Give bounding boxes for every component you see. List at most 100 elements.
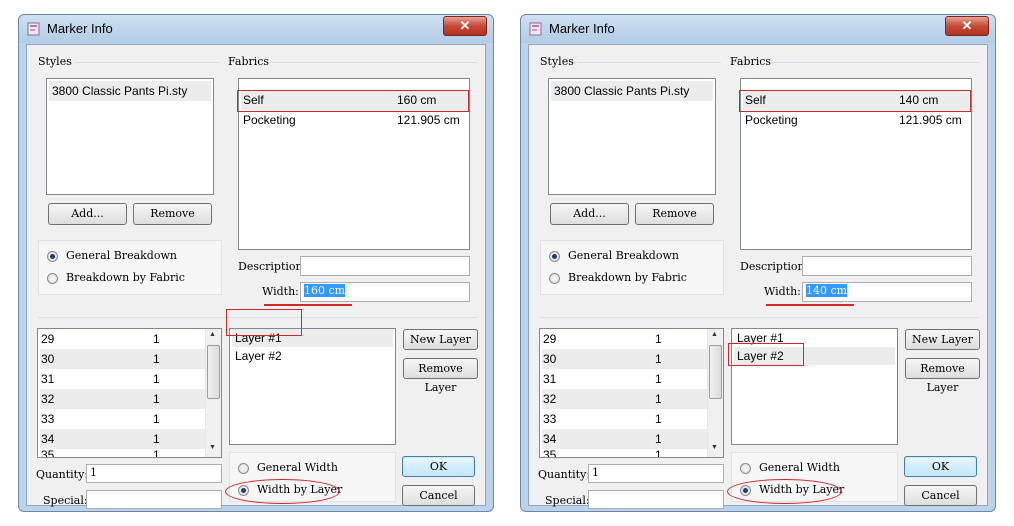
add-style-button[interactable]: Add... <box>550 203 629 225</box>
add-style-button[interactable]: Add... <box>48 203 127 225</box>
size-row[interactable]: 35 1 <box>542 449 707 457</box>
scroll-up-icon[interactable]: ▲ <box>209 331 216 338</box>
quantity-input[interactable]: 1 <box>588 464 724 483</box>
styles-list-item[interactable]: 3800 Classic Pants Pi.sty <box>551 81 713 101</box>
size-row[interactable]: 30 1 <box>542 349 707 369</box>
styles-group-line <box>75 62 219 63</box>
size-value: 32 <box>543 392 557 406</box>
new-layer-button[interactable]: New Layer <box>403 329 478 350</box>
general-breakdown-radio[interactable] <box>549 251 560 262</box>
size-row[interactable]: 33 1 <box>542 409 707 429</box>
styles-list[interactable]: 3800 Classic Pants Pi.sty <box>46 78 214 195</box>
fabric-name: Pocketing <box>745 113 798 127</box>
quantity-label: Quantity: <box>538 468 591 481</box>
width-input-value: 140 cm <box>806 284 848 297</box>
size-row[interactable]: 34 1 <box>542 429 707 449</box>
size-value: 32 <box>41 392 55 406</box>
fabric-width: 121.905 cm <box>397 113 460 127</box>
breakdown-panel: General Breakdown Breakdown by Fabric <box>38 240 222 295</box>
size-value: 30 <box>41 352 55 366</box>
size-row[interactable]: 31 1 <box>542 369 707 389</box>
size-list-scrollbar[interactable]: ▲ ▼ <box>707 329 723 457</box>
width-label: Width: <box>764 285 801 298</box>
styles-group-label: Styles <box>38 55 72 68</box>
scroll-thumb[interactable] <box>709 345 722 399</box>
description-input[interactable] <box>802 256 972 276</box>
general-width-label: General Width <box>759 461 840 474</box>
breakdown-by-fabric-label: Breakdown by Fabric <box>66 271 185 284</box>
size-row[interactable]: 30 1 <box>40 349 205 369</box>
scroll-thumb[interactable] <box>207 345 220 399</box>
general-breakdown-label: General Breakdown <box>568 249 679 262</box>
fabrics-group-label: Fabrics <box>228 55 270 68</box>
special-label: Special: <box>43 494 88 507</box>
annotation-highlight-fabric <box>739 90 971 112</box>
scroll-up-icon[interactable]: ▲ <box>711 331 718 338</box>
breakdown-panel: General Breakdown Breakdown by Fabric <box>540 240 724 295</box>
cancel-button[interactable]: Cancel <box>402 485 475 506</box>
fabric-name: Pocketing <box>243 113 296 127</box>
remove-style-button[interactable]: Remove <box>635 203 714 225</box>
layers-list[interactable]: Layer #1 Layer #2 <box>229 328 396 445</box>
scroll-down-icon[interactable]: ▼ <box>209 444 216 451</box>
width-input[interactable]: 140 cm <box>802 282 972 302</box>
description-input[interactable] <box>300 256 470 276</box>
description-label: Description: <box>740 260 809 273</box>
size-row[interactable]: 34 1 <box>40 429 205 449</box>
remove-layer-button[interactable]: Remove Layer <box>403 358 478 394</box>
styles-list[interactable]: 3800 Classic Pants Pi.sty <box>548 78 716 195</box>
size-row[interactable]: 33 1 <box>40 409 205 429</box>
size-list-scrollbar[interactable]: ▲ ▼ <box>205 329 221 457</box>
general-width-radio[interactable] <box>740 463 751 474</box>
size-value: 35 <box>41 449 55 457</box>
size-row[interactable]: 32 1 <box>542 389 707 409</box>
general-breakdown-radio[interactable] <box>47 251 58 262</box>
dialog-client-area: Styles 3800 Classic Pants Pi.sty Add... … <box>26 44 486 509</box>
scroll-down-icon[interactable]: ▼ <box>711 444 718 451</box>
size-quantity-list[interactable]: 29 1 30 1 31 1 32 1 33 1 34 1 35 1 ▲ ▼ <box>539 328 724 458</box>
close-button[interactable]: ✕ <box>443 16 487 36</box>
window-title: Marker Info <box>549 21 615 36</box>
size-quantity-list[interactable]: 29 1 30 1 31 1 32 1 33 1 34 1 35 1 ▲ ▼ <box>37 328 222 458</box>
special-input[interactable] <box>86 490 222 509</box>
size-qty: 1 <box>655 372 662 386</box>
size-row[interactable]: 32 1 <box>40 389 205 409</box>
marker-info-dialog-2: Marker Info ✕ Styles 3800 Classic Pants … <box>520 14 996 512</box>
ok-button[interactable]: OK <box>904 456 977 477</box>
size-qty: 1 <box>153 412 160 426</box>
layer-item[interactable]: Layer #2 <box>232 347 393 365</box>
size-row[interactable]: 31 1 <box>40 369 205 389</box>
annotation-circle-width-by-layer <box>225 479 340 504</box>
general-width-radio[interactable] <box>238 463 249 474</box>
breakdown-by-fabric-radio[interactable] <box>47 273 58 284</box>
size-row[interactable]: 29 1 <box>542 329 707 349</box>
width-input[interactable]: 160 cm <box>300 282 470 302</box>
special-input[interactable] <box>588 490 724 509</box>
size-row[interactable]: 29 1 <box>40 329 205 349</box>
breakdown-by-fabric-radio[interactable] <box>549 273 560 284</box>
fabric-row[interactable]: Pocketing 121.905 cm <box>743 110 969 130</box>
size-qty: 1 <box>655 392 662 406</box>
fabric-row[interactable]: Pocketing 121.905 cm <box>241 110 467 130</box>
size-qty: 1 <box>153 352 160 366</box>
window-title: Marker Info <box>47 21 113 36</box>
new-layer-button[interactable]: New Layer <box>905 329 980 350</box>
ok-button[interactable]: OK <box>402 456 475 477</box>
size-qty: 1 <box>655 412 662 426</box>
remove-layer-button[interactable]: Remove Layer <box>905 358 980 394</box>
cancel-button[interactable]: Cancel <box>904 485 977 506</box>
size-row[interactable]: 35 1 <box>40 449 205 457</box>
size-value: 35 <box>543 449 557 457</box>
close-button[interactable]: ✕ <box>945 16 989 36</box>
quantity-label: Quantity: <box>36 468 89 481</box>
annotation-highlight-fabric <box>237 90 469 112</box>
general-breakdown-label: General Breakdown <box>66 249 177 262</box>
fabrics-group-line <box>770 62 979 63</box>
styles-list-item[interactable]: 3800 Classic Pants Pi.sty <box>49 81 211 101</box>
remove-style-button[interactable]: Remove <box>133 203 212 225</box>
quantity-input[interactable]: 1 <box>86 464 222 483</box>
description-label: Description: <box>238 260 307 273</box>
size-value: 31 <box>41 372 55 386</box>
general-width-label: General Width <box>257 461 338 474</box>
size-value: 31 <box>543 372 557 386</box>
